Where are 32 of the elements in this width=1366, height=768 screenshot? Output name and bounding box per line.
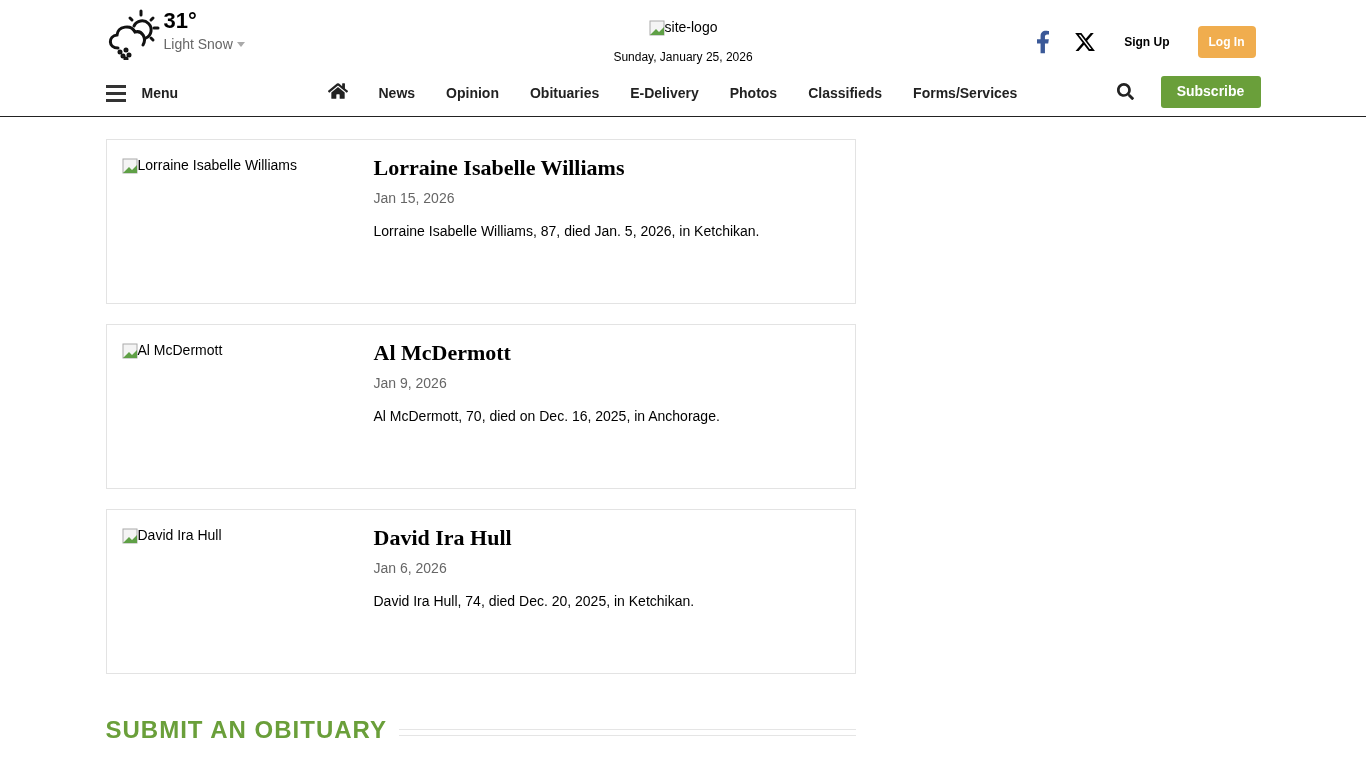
- temperature: 31°: [163, 8, 198, 34]
- current-date: Sunday, January 25, 2026: [613, 49, 753, 66]
- section-heading: SUBMIT AN OBITUARY: [105, 715, 388, 745]
- nav-link[interactable]: Forms/Services: [913, 82, 1018, 104]
- obituary-summary: Lorraine Isabelle Williams, 87, died Jan. 5, 2026, in Ketchikan.: [373, 222, 760, 241]
- x-icon[interactable]: [1074, 31, 1097, 53]
- obituary-summary: Al McDermott, 70, died on Dec. 16, 2025, in Anchorage.: [373, 407, 720, 426]
- weather-dropdown[interactable]: Light Snow: [163, 34, 245, 55]
- nav-link[interactable]: News: [378, 82, 416, 104]
- obituary-name[interactable]: Al McDermott: [373, 340, 720, 366]
- obituary-summary: David Ira Hull, 74, died Dec. 20, 2025, in Ketchikan.: [373, 592, 695, 611]
- nav-link[interactable]: Photos: [729, 82, 778, 104]
- obituary-photo: Lorraine Isabelle Williams: [121, 155, 297, 176]
- nav-link[interactable]: Classifieds: [808, 82, 883, 104]
- obituary-name[interactable]: Lorraine Isabelle Williams: [373, 155, 760, 181]
- obituary-date: Jan 6, 2026: [373, 559, 448, 578]
- obituary-date: Jan 15, 2026: [373, 189, 456, 208]
- obituary-name[interactable]: David Ira Hull: [373, 525, 695, 551]
- search-icon[interactable]: [1116, 82, 1134, 100]
- obituary-photo: David Ira Hull: [121, 525, 222, 546]
- obituary-photo: Al McDermott: [121, 340, 223, 361]
- nav-link[interactable]: Obituaries: [529, 82, 600, 104]
- nav-link[interactable]: E-Delivery: [630, 82, 699, 104]
- home-icon[interactable]: [327, 82, 348, 100]
- menu-button[interactable]: Menu: [105, 82, 328, 104]
- menu-icon: [105, 84, 126, 102]
- nav-link[interactable]: Opinion: [446, 82, 499, 104]
- site-logo: site-logo: [648, 17, 718, 38]
- sign-up-link[interactable]: Sign Up: [1124, 33, 1170, 51]
- caret-icon: [236, 42, 245, 47]
- obituary-date: Jan 9, 2026: [373, 374, 448, 393]
- facebook-icon[interactable]: [1036, 30, 1051, 54]
